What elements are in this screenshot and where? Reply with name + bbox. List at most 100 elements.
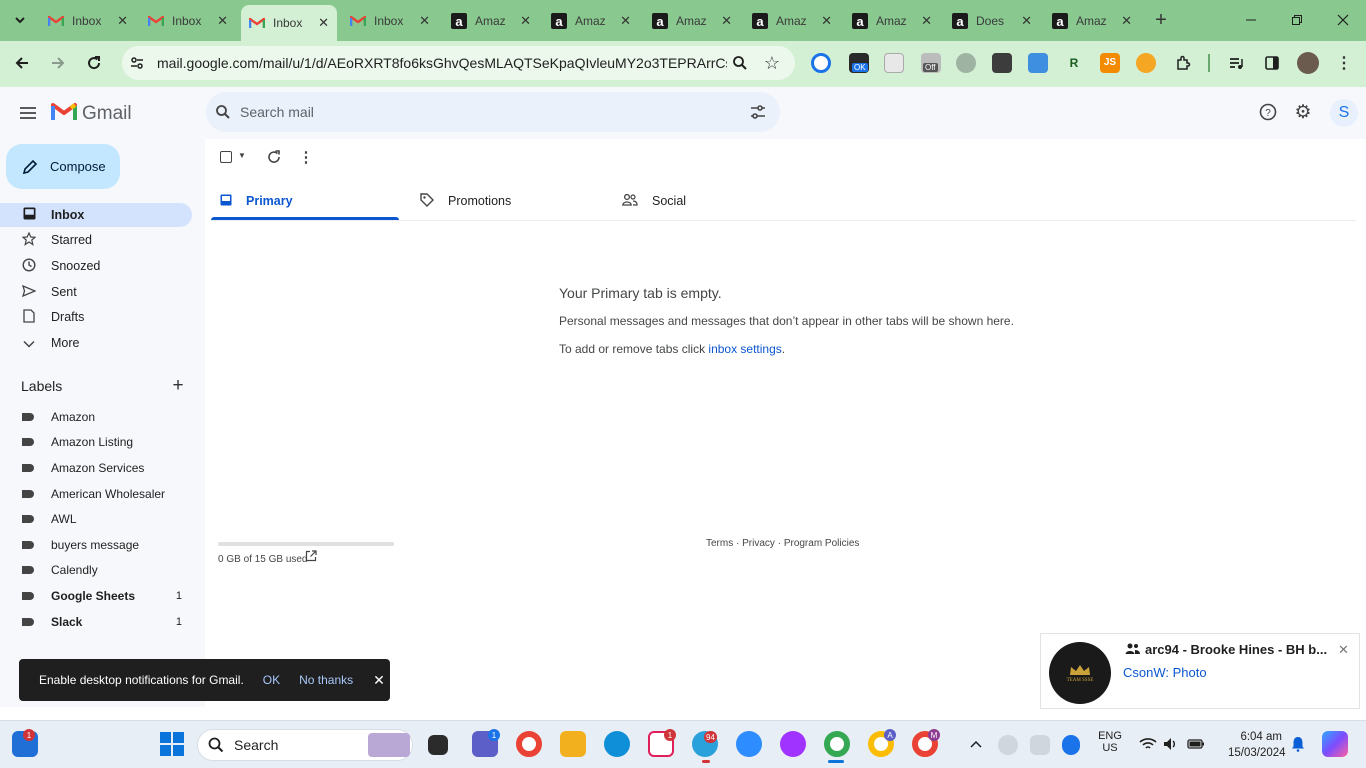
browser-tab[interactable]: a Does ✕ <box>944 6 1040 36</box>
extension-ok-icon[interactable]: OK <box>849 53 869 73</box>
close-tab-icon[interactable]: ✕ <box>217 13 228 29</box>
globe-extension-icon[interactable] <box>956 53 976 73</box>
clock[interactable]: 6:04 am 15/03/2024 <box>1228 729 1286 761</box>
close-tab-icon[interactable]: ✕ <box>318 15 329 31</box>
reload-icon[interactable] <box>83 52 105 74</box>
privacy-link[interactable]: Privacy <box>742 538 775 549</box>
url-text[interactable]: mail.google.com/mail/u/1/d/AEoRXRT8fo6ks… <box>157 55 727 71</box>
search-options-icon[interactable] <box>747 101 769 123</box>
close-tab-icon[interactable]: ✕ <box>1121 13 1132 29</box>
browser-tab[interactable]: a Amaz ✕ <box>1044 6 1140 36</box>
windows-start-icon[interactable] <box>160 732 184 756</box>
extension-icon[interactable] <box>1136 53 1156 73</box>
extension-icon[interactable] <box>1028 53 1048 73</box>
side-panel-icon[interactable] <box>1261 52 1283 74</box>
forward-icon[interactable] <box>47 52 69 74</box>
browser-tab[interactable]: Inbox ✕ <box>140 6 236 36</box>
wifi-icon[interactable] <box>1137 733 1159 755</box>
gmail-logo-icon[interactable] <box>51 101 77 123</box>
task-view-icon[interactable] <box>428 735 448 755</box>
battery-icon[interactable] <box>1185 733 1207 755</box>
media-control-icon[interactable] <box>1225 52 1247 74</box>
close-tab-icon[interactable]: ✕ <box>419 13 430 29</box>
browser-tab[interactable]: a Amaz ✕ <box>644 6 740 36</box>
browser-tab[interactable]: Inbox ✕ <box>342 6 438 36</box>
add-label-icon[interactable]: + <box>167 375 189 397</box>
label-item[interactable]: Amazon <box>0 405 192 429</box>
label-item[interactable]: Google Sheets 1 <box>0 584 192 608</box>
qr-extension-icon[interactable] <box>992 53 1012 73</box>
show-hidden-icons-icon[interactable] <box>965 733 987 755</box>
microphone-icon[interactable] <box>1062 735 1080 755</box>
zoom-app-icon[interactable] <box>736 731 762 757</box>
close-tab-icon[interactable]: ✕ <box>520 13 531 29</box>
browser-tab[interactable]: Inbox ✕ <box>40 6 136 36</box>
browser-tab[interactable]: a Amaz ✕ <box>543 6 639 36</box>
js-extension-icon[interactable]: JS <box>1100 53 1120 73</box>
settings-gear-icon[interactable]: ⚙ <box>1292 101 1314 123</box>
zoom-icon[interactable] <box>729 52 751 74</box>
help-icon[interactable]: ? <box>1257 101 1279 123</box>
inbox-settings-link[interactable]: inbox settings <box>708 342 781 356</box>
messenger-icon[interactable] <box>780 731 806 757</box>
close-tab-icon[interactable]: ✕ <box>721 13 732 29</box>
notification-bell-icon[interactable] <box>1287 733 1309 755</box>
label-item[interactable]: Calendly <box>0 558 192 582</box>
tab-promotions[interactable]: Promotions <box>420 182 511 220</box>
sync-icon[interactable] <box>1030 735 1050 755</box>
more-menu-icon[interactable]: ⋮ <box>1333 52 1355 74</box>
desktop-notification[interactable]: TEAM SSSE arc94 - Brooke Hines - BH b...… <box>1040 633 1360 709</box>
label-item[interactable]: Amazon Services <box>0 456 192 480</box>
account-avatar[interactable]: S <box>1330 99 1358 127</box>
extension-icon[interactable] <box>884 53 904 73</box>
sidebar-item-snoozed[interactable]: Snoozed <box>0 254 192 278</box>
language-indicator[interactable]: ENG US <box>1098 730 1122 754</box>
more-actions-icon[interactable]: ⋮ <box>295 146 317 168</box>
snackbar-close-icon[interactable]: ✕ <box>373 672 385 689</box>
label-item[interactable]: Amazon Listing <box>0 430 192 454</box>
label-item[interactable]: American Wholesaler <box>0 482 192 506</box>
sidebar-item-drafts[interactable]: Drafts <box>0 305 192 329</box>
sidebar-item-more[interactable]: More <box>0 331 192 355</box>
main-menu-icon[interactable] <box>17 102 39 124</box>
minimize-icon[interactable] <box>1240 9 1262 31</box>
edge-icon[interactable] <box>604 731 630 757</box>
sidebar-item-sent[interactable]: Sent <box>0 280 192 304</box>
sidebar-item-starred[interactable]: Starred <box>0 228 192 252</box>
chrome-icon[interactable] <box>516 731 542 757</box>
browser-tab[interactable]: Inbox ✕ <box>241 5 337 41</box>
select-all-checkbox[interactable] <box>220 151 232 163</box>
tab-social[interactable]: Social <box>622 182 686 220</box>
extension-off-icon[interactable]: Off <box>921 53 941 73</box>
copilot-icon[interactable] <box>1322 731 1348 757</box>
file-explorer-icon[interactable] <box>560 731 586 757</box>
tab-search-icon[interactable] <box>9 9 31 31</box>
restore-icon[interactable] <box>1286 9 1308 31</box>
program-policies-link[interactable]: Program Policies <box>784 538 860 549</box>
search-input[interactable]: Search mail <box>240 104 314 120</box>
label-item[interactable]: Slack 1 <box>0 610 192 634</box>
sidebar-item-inbox[interactable]: Inbox <box>0 203 192 227</box>
snackbar-ok-button[interactable]: OK <box>263 673 280 687</box>
label-item[interactable]: AWL <box>0 507 192 531</box>
close-tab-icon[interactable]: ✕ <box>117 13 128 29</box>
rs-extension-icon[interactable]: R <box>1064 53 1084 73</box>
onedrive-icon[interactable] <box>998 735 1018 755</box>
site-info-icon[interactable] <box>126 52 148 74</box>
new-tab-icon[interactable]: + <box>1150 9 1172 31</box>
terms-link[interactable]: Terms <box>706 538 733 549</box>
select-dropdown-icon[interactable]: ▼ <box>238 151 246 160</box>
notification-close-icon[interactable]: ✕ <box>1338 642 1349 658</box>
compose-button[interactable]: Compose <box>6 144 120 189</box>
close-window-icon[interactable] <box>1332 9 1354 31</box>
refresh-icon[interactable] <box>263 146 285 168</box>
close-tab-icon[interactable]: ✕ <box>921 13 932 29</box>
extension-icon[interactable] <box>811 53 831 73</box>
back-icon[interactable] <box>11 52 33 74</box>
browser-tab[interactable]: a Amaz ✕ <box>443 6 539 36</box>
search-icon[interactable] <box>212 101 234 123</box>
tab-primary[interactable]: Primary <box>220 182 293 220</box>
profile-avatar[interactable] <box>1297 52 1319 74</box>
chrome-profile-icon[interactable] <box>824 731 850 757</box>
close-tab-icon[interactable]: ✕ <box>1021 13 1032 29</box>
